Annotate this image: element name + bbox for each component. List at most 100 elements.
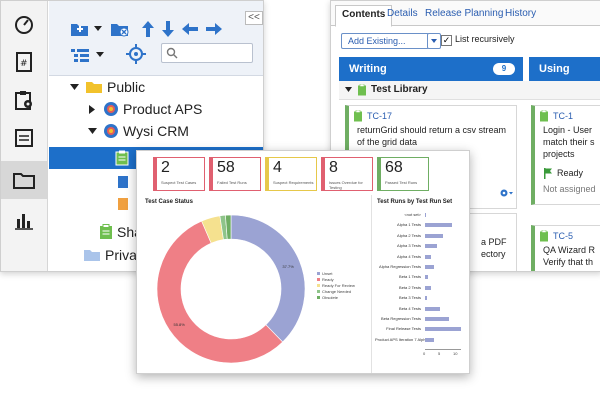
expanded-arrow-icon[interactable] — [87, 126, 97, 136]
arrow-left-icon[interactable] — [179, 19, 201, 39]
test-case-text: a PDF ectory — [481, 236, 507, 260]
expanded-arrow-icon[interactable] — [69, 82, 79, 92]
legend-label: Unset — [322, 271, 333, 276]
test-case-id[interactable]: TC-5 — [553, 231, 573, 241]
stat-issues-overdue[interactable]: 8 Issues Overdue for Testing — [321, 157, 373, 191]
tree-search-input[interactable] — [180, 45, 254, 63]
arrow-right-icon[interactable] — [203, 19, 225, 39]
bar-category-label: Product APS Iteration 7 Alpha — [375, 336, 428, 342]
bar[interactable] — [425, 275, 428, 280]
test-runs-title: Test Runs by Test Run Set — [377, 199, 453, 205]
legend-swatch — [317, 278, 320, 281]
add-existing-dropdown[interactable] — [427, 33, 441, 49]
stat-suspect-requirements[interactable]: 4 Suspect Requirements — [265, 157, 317, 191]
bar-category-label: Alpha 3 Tests — [397, 243, 421, 249]
legend-label: Change Needed — [322, 289, 352, 294]
bar[interactable] — [425, 296, 428, 301]
bar[interactable] — [425, 265, 434, 269]
folder-icon[interactable] — [1, 161, 47, 199]
bar-category-label: <not set> — [404, 212, 421, 217]
tab-release-planning[interactable]: Release Planning — [425, 5, 503, 25]
dashboard-window: 2 Suspect Test Cases 58 Failed Test Runs… — [136, 150, 470, 374]
text-line: Verify that th — [543, 257, 594, 267]
expanded-arrow-icon[interactable] — [345, 87, 352, 92]
arrow-down-icon[interactable] — [157, 19, 179, 39]
stat-failed-test-runs[interactable]: 58 Failed Test Runs — [209, 157, 261, 191]
legend-swatch — [317, 296, 320, 299]
list-recursively-checkbox[interactable]: ✓ — [441, 35, 452, 46]
legend-item[interactable]: Obsolete — [317, 295, 338, 300]
stat-caption: Suspect Requirements — [273, 180, 314, 185]
test-list-icon[interactable] — [1, 119, 47, 157]
bar[interactable] — [425, 306, 440, 311]
stat-number: 2 — [161, 159, 170, 176]
test-library-row[interactable]: Test Library — [339, 81, 600, 100]
bar[interactable] — [425, 223, 452, 228]
tab-details[interactable]: Details — [387, 5, 418, 25]
text-line: of the grid data — [357, 137, 418, 147]
tab-history[interactable]: History — [505, 5, 536, 25]
legend-item[interactable]: Unset — [317, 271, 332, 276]
bar[interactable] — [425, 317, 449, 321]
test-case-icon — [539, 230, 549, 242]
legend-label: Obsolete — [322, 295, 339, 300]
requirements-icon[interactable]: # — [1, 43, 47, 81]
tree-row-product-aps[interactable]: Product APS — [49, 98, 263, 120]
test-case-id[interactable]: TC-1 — [553, 111, 573, 121]
test-case-text: Login - User match their s projects — [543, 124, 595, 160]
arrow-up-icon[interactable] — [137, 19, 159, 39]
chevron-down-icon[interactable] — [89, 45, 111, 65]
bar[interactable] — [425, 254, 431, 259]
test-case-icon — [539, 110, 549, 122]
nav-rail: # — [1, 1, 48, 271]
stat-caption: Suspect Test Cases — [161, 180, 197, 185]
flag-icon — [543, 168, 553, 179]
bar[interactable] — [425, 327, 461, 332]
list-orange-icon — [117, 197, 129, 211]
bar[interactable] — [425, 233, 443, 238]
clipboard-green-icon — [99, 224, 113, 240]
legend-item[interactable]: Ready For Review — [317, 283, 355, 288]
bar[interactable] — [425, 244, 437, 249]
status-text: Ready — [557, 168, 584, 178]
tree-search-box[interactable] — [161, 43, 254, 63]
legend-item[interactable]: Ready — [317, 277, 334, 282]
column-title: Writing — [349, 63, 387, 75]
text-line: match their s — [543, 137, 595, 147]
column-header-using: Using — [529, 57, 600, 81]
reports-icon[interactable] — [1, 201, 47, 239]
target-icon[interactable] — [125, 44, 147, 64]
tab-contents[interactable]: Contents — [335, 5, 393, 27]
test-case-icon — [353, 110, 363, 122]
bar[interactable] — [425, 285, 431, 290]
legend-item[interactable]: Change Needed — [317, 289, 351, 294]
list-recursively-label: List recursively — [455, 34, 515, 44]
indent-list-icon[interactable] — [69, 45, 91, 65]
bar[interactable] — [425, 213, 427, 217]
tree-row-wysi-crm[interactable]: Wysi CRM — [49, 120, 263, 142]
text-line: returnGrid should return a csv stream — [357, 125, 507, 135]
tree-row-public[interactable]: Public — [49, 76, 263, 98]
bar-category-label: Beta 4 Tests — [399, 305, 421, 311]
gear-icon[interactable] — [499, 188, 513, 198]
tab-bar: Contents Details Release Planning Histor… — [331, 1, 600, 27]
add-existing-button[interactable]: Add Existing... — [341, 33, 429, 49]
stat-suspect-test-cases[interactable]: 2 Suspect Test Cases — [153, 157, 205, 191]
chevron-down-icon[interactable] — [87, 19, 109, 39]
collapsed-arrow-icon[interactable] — [87, 104, 97, 114]
bar-category-label: Beta Regression Tests — [381, 316, 421, 321]
delete-folder-icon[interactable] — [109, 19, 131, 39]
stat-number: 58 — [217, 159, 235, 176]
bar[interactable] — [425, 337, 434, 342]
text-line: projects — [543, 149, 575, 159]
test-case-card[interactable]: TC-5 QA Wizard R Verify that th — [531, 225, 600, 271]
stat-passed-test-runs[interactable]: 68 Passed Test Runs — [377, 157, 429, 191]
test-case-card[interactable]: TC-1 Login - User match their s projects… — [531, 105, 600, 205]
collapse-panel-button[interactable]: << — [245, 11, 263, 25]
test-case-id[interactable]: TC-17 — [367, 111, 392, 121]
settings-clipboard-icon[interactable] — [1, 81, 47, 119]
dashboard-icon[interactable] — [1, 5, 47, 43]
donut-slice-unset[interactable] — [230, 214, 306, 343]
bar-category-label: Beta 3 Tests — [399, 295, 421, 301]
x-axis — [425, 349, 461, 351]
